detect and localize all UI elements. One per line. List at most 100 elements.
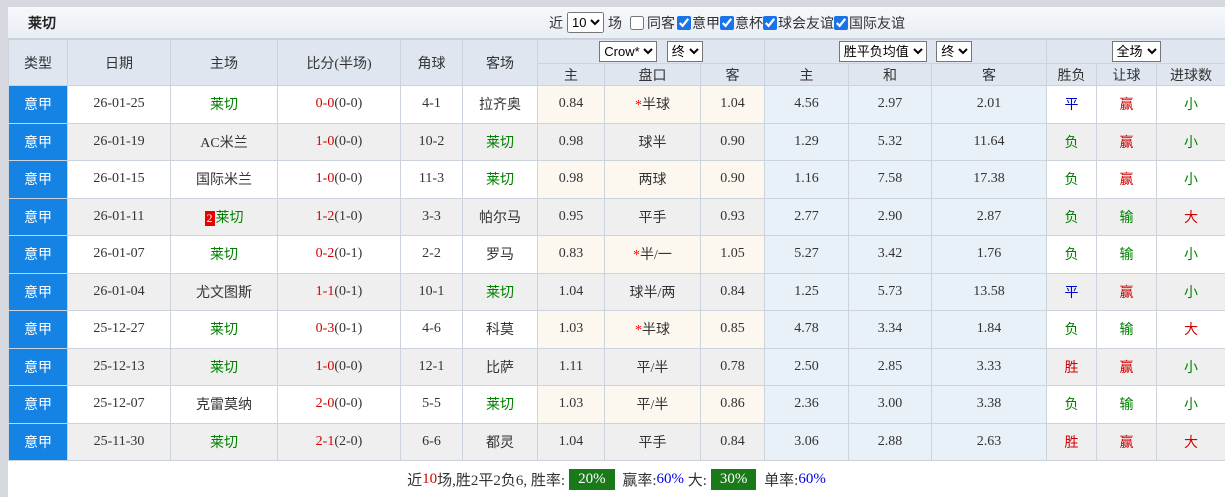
handicap-line: 球半/两 bbox=[630, 286, 676, 301]
avg-draw-odds: 2.97 bbox=[849, 86, 932, 124]
home-team-cell: 莱切 bbox=[171, 86, 278, 124]
col-header-handicap-home: 主 bbox=[538, 64, 605, 86]
corners-cell: 10-2 bbox=[401, 123, 463, 161]
avg-away-odds: 1.76 bbox=[932, 236, 1047, 274]
near-label: 近 bbox=[549, 13, 563, 33]
filter-option-3[interactable]: 意杯 bbox=[720, 13, 763, 33]
result-cell: 负 bbox=[1047, 311, 1097, 349]
away-team-cell: 帕尔马 bbox=[463, 198, 538, 236]
league-cell: 意甲 bbox=[9, 236, 68, 274]
avg-draw-odds: 5.32 bbox=[849, 123, 932, 161]
goals-value: 小 bbox=[1184, 136, 1198, 151]
goals-value: 小 bbox=[1184, 286, 1198, 301]
filter-option-5[interactable]: 国际友谊 bbox=[834, 13, 905, 33]
handicap-home-odds: 0.98 bbox=[538, 161, 605, 199]
result-value: 负 bbox=[1065, 398, 1079, 413]
filter-checkbox[interactable] bbox=[630, 16, 644, 30]
handicap-line: 平/半 bbox=[637, 361, 669, 376]
avg-away-odds: 1.84 bbox=[932, 311, 1047, 349]
handicap-away-odds: 0.90 bbox=[701, 161, 765, 199]
fulltime-score: 0-3 bbox=[316, 321, 335, 336]
result-cell: 平 bbox=[1047, 273, 1097, 311]
handicap-home-odds: 1.04 bbox=[538, 423, 605, 461]
handicap-line-cell: 平手 bbox=[605, 198, 701, 236]
match-count-select[interactable]: 10 bbox=[567, 12, 604, 33]
fulltime-score: 1-2 bbox=[316, 209, 335, 224]
filter-option-2[interactable]: 意甲 bbox=[677, 13, 720, 33]
handicap-away-odds: 1.05 bbox=[701, 236, 765, 274]
avg-state-select[interactable]: 终 bbox=[936, 41, 972, 62]
avg-draw-odds: 5.73 bbox=[849, 273, 932, 311]
filter-checkbox[interactable] bbox=[763, 16, 777, 30]
handicap-line: 平手 bbox=[639, 436, 667, 451]
goals-cell: 小 bbox=[1157, 161, 1225, 199]
col-header-avg-home: 主 bbox=[765, 64, 849, 86]
goals-cell: 小 bbox=[1157, 86, 1225, 124]
avg-away-odds: 2.01 bbox=[932, 86, 1047, 124]
date-cell: 25-11-30 bbox=[68, 423, 171, 461]
home-team-name: 莱切 bbox=[210, 361, 238, 376]
filter-label: 意杯 bbox=[735, 13, 763, 33]
avg-away-odds: 13.58 bbox=[932, 273, 1047, 311]
corners-cell: 5-5 bbox=[401, 386, 463, 424]
score-cell: 0-3(0-1) bbox=[278, 311, 401, 349]
corners-cell: 10-1 bbox=[401, 273, 463, 311]
goals-value: 小 bbox=[1184, 398, 1198, 413]
home-team-name: 莱切 bbox=[216, 211, 244, 226]
away-team-cell: 科莫 bbox=[463, 311, 538, 349]
halftime-score: (1-0) bbox=[334, 209, 362, 224]
let-result-cell: 输 bbox=[1097, 311, 1157, 349]
avg-home-odds: 2.77 bbox=[765, 198, 849, 236]
avg-name-select[interactable]: 胜平负均值 bbox=[839, 41, 927, 62]
bookmaker-select[interactable]: Crow* bbox=[599, 41, 657, 62]
home-team-name: 克雷莫纳 bbox=[196, 398, 252, 413]
home-team-cell: 国际米兰 bbox=[171, 161, 278, 199]
league-cell: 意甲 bbox=[9, 161, 68, 199]
halftime-score: (0-0) bbox=[334, 134, 362, 149]
date-cell: 26-01-07 bbox=[68, 236, 171, 274]
filter-option-1[interactable]: 同客 bbox=[630, 13, 675, 33]
scope-select[interactable]: 全场 bbox=[1112, 41, 1161, 62]
table-row: 意甲25-12-27莱切0-3(0-1)4-6科莫1.03*半球0.854.78… bbox=[9, 311, 1225, 349]
handicap-home-odds: 0.84 bbox=[538, 86, 605, 124]
result-value: 负 bbox=[1065, 248, 1079, 263]
let-result-cell: 赢 bbox=[1097, 348, 1157, 386]
handicap-state-select[interactable]: 终 bbox=[667, 41, 703, 62]
filter-option-4[interactable]: 球会友谊 bbox=[763, 13, 834, 33]
result-value: 负 bbox=[1065, 211, 1079, 226]
avg-home-odds: 1.29 bbox=[765, 123, 849, 161]
home-team-name: 莱切 bbox=[210, 98, 238, 113]
goals-value: 大 bbox=[1184, 436, 1198, 451]
filter-checkbox[interactable] bbox=[677, 16, 691, 30]
corners-cell: 2-2 bbox=[401, 236, 463, 274]
away-team-cell: 莱切 bbox=[463, 161, 538, 199]
filter-checkbox[interactable] bbox=[720, 16, 734, 30]
table-row: 意甲26-01-07莱切0-2(0-1)2-2罗马0.83*半/一1.055.2… bbox=[9, 236, 1225, 274]
avg-away-odds: 11.64 bbox=[932, 123, 1047, 161]
let-result-cell: 输 bbox=[1097, 236, 1157, 274]
goals-value: 小 bbox=[1184, 98, 1198, 113]
col-header-home: 主场 bbox=[171, 40, 278, 86]
handicap-away-odds: 0.86 bbox=[701, 386, 765, 424]
let-result-cell: 输 bbox=[1097, 386, 1157, 424]
goals-value: 大 bbox=[1184, 211, 1198, 226]
let-result-cell: 输 bbox=[1097, 198, 1157, 236]
handicap-line: 半球 bbox=[642, 98, 670, 113]
table-row: 意甲26-01-112莱切1-2(1-0)3-3帕尔马0.95平手0.932.7… bbox=[9, 198, 1225, 236]
col-header-handicap-away: 客 bbox=[701, 64, 765, 86]
match-stats-panel: 莱切 近 10 场 同客意甲意杯球会友谊国际友谊 bbox=[8, 7, 1225, 497]
away-team-cell: 莱切 bbox=[463, 386, 538, 424]
home-team-name: 莱切 bbox=[210, 248, 238, 263]
filter-checkbox[interactable] bbox=[834, 16, 848, 30]
let-result-value: 赢 bbox=[1120, 173, 1134, 188]
avg-draw-odds: 2.85 bbox=[849, 348, 932, 386]
home-team-cell: 莱切 bbox=[171, 236, 278, 274]
away-team-name: 帕尔马 bbox=[479, 211, 521, 226]
handicap-line: 球半 bbox=[639, 136, 667, 151]
league-cell: 意甲 bbox=[9, 86, 68, 124]
home-team-name: 国际米兰 bbox=[196, 173, 252, 188]
handicap-line-cell: *半球 bbox=[605, 311, 701, 349]
handicap-away-odds: 0.93 bbox=[701, 198, 765, 236]
league-cell: 意甲 bbox=[9, 348, 68, 386]
col-header-handicap-line: 盘口 bbox=[605, 64, 701, 86]
